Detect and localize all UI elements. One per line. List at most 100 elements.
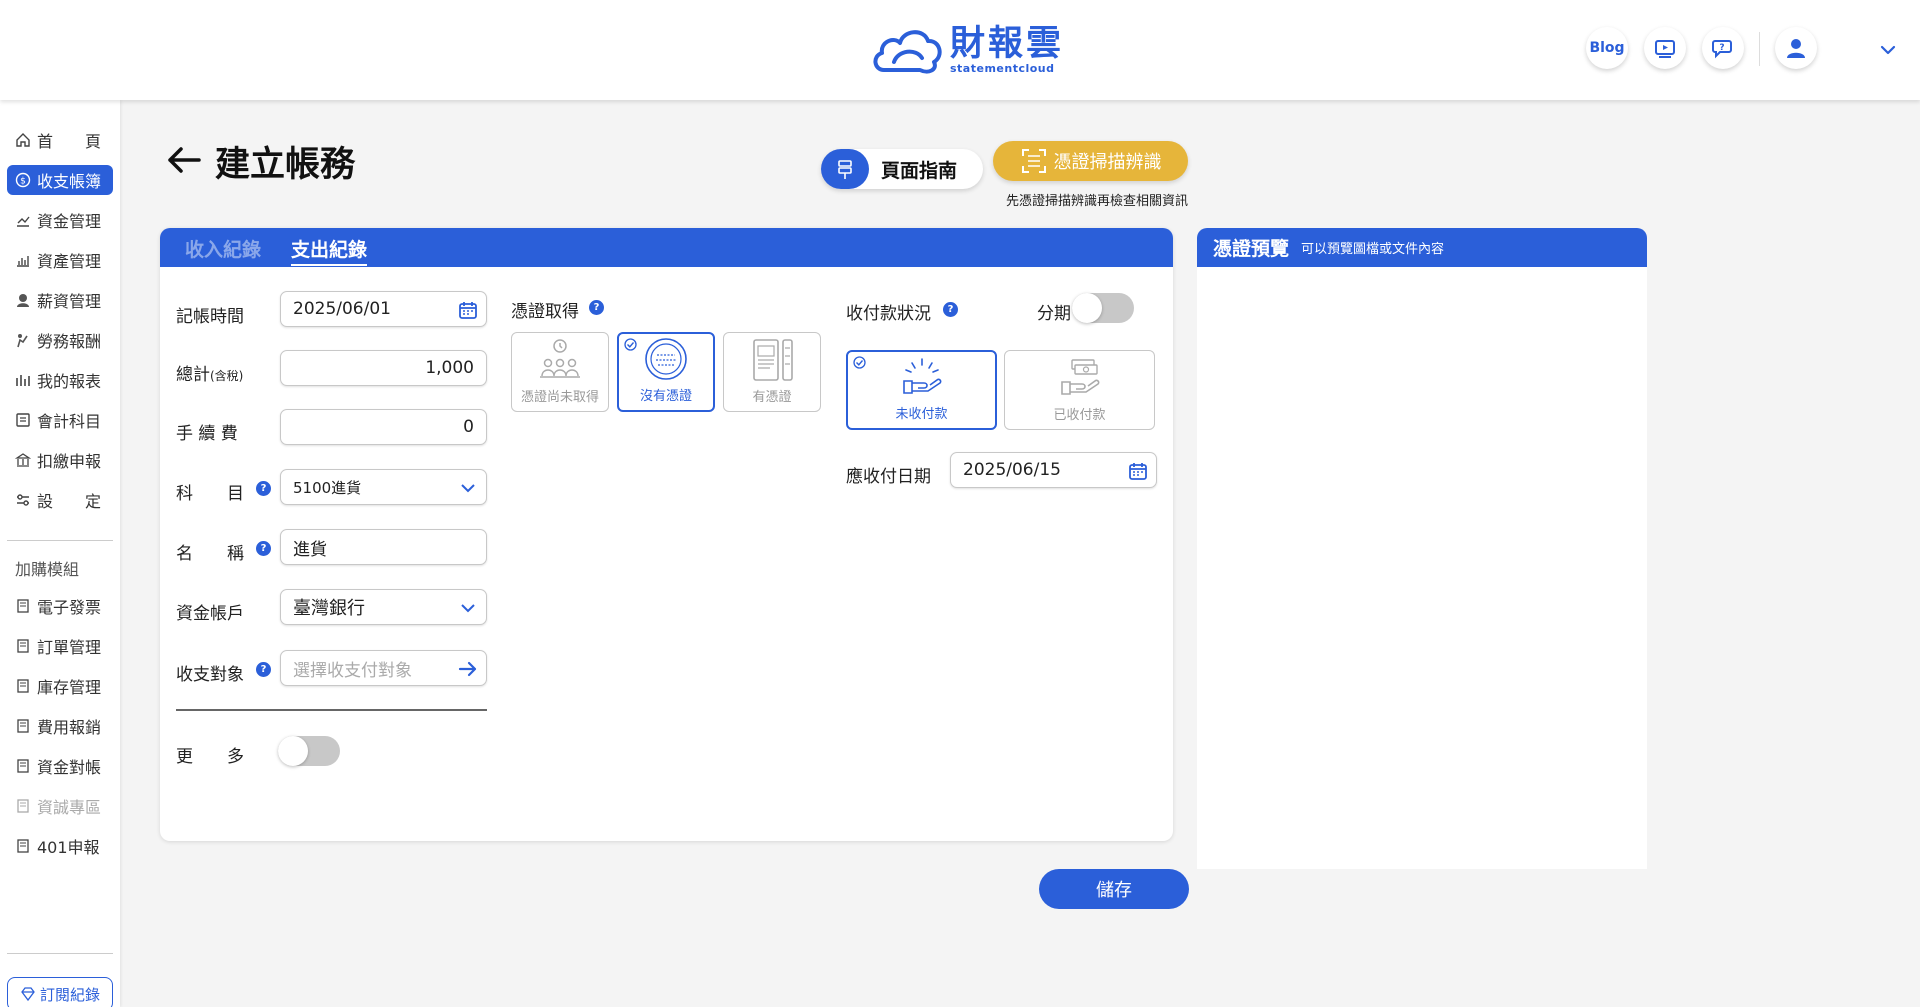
- home-icon: [16, 133, 30, 147]
- calendar-icon[interactable]: [1128, 461, 1148, 481]
- sidebar-item-401[interactable]: 401申報: [7, 831, 113, 861]
- asset-chart-icon: [17, 256, 29, 267]
- voucher-label: 憑證取得: [511, 302, 579, 322]
- signpost-icon: [838, 160, 852, 179]
- tab-expense[interactable]: 支出紀錄: [291, 235, 368, 266]
- chat-help-icon: ?: [1712, 40, 1732, 59]
- toggle-knob: [1072, 293, 1102, 323]
- sidebar-item-ledger[interactable]: $ 收支帳簿: [7, 165, 113, 195]
- sidebar-item-label: 資金對帳: [37, 758, 102, 777]
- sidebar-item-label: 設 定: [37, 492, 102, 511]
- total-label-text: 總計: [176, 365, 210, 385]
- page-guide-label: 頁面指南: [881, 159, 958, 182]
- target-help-icon[interactable]: ?: [256, 662, 271, 677]
- sidebar-item-asset[interactable]: 資產管理: [7, 245, 113, 275]
- logo-subtitle: statementcloud: [950, 62, 1055, 75]
- sidebar-item-settings[interactable]: 設 定: [7, 485, 113, 515]
- scan-recognition-button[interactable]: 憑證掃描辨識: [993, 141, 1188, 181]
- module-icon: [17, 679, 29, 693]
- signpost-icon-wrap: [821, 149, 869, 189]
- arrow-right-icon[interactable]: [458, 659, 478, 679]
- voucher-help-icon[interactable]: ?: [589, 300, 604, 315]
- total-input[interactable]: 1,000: [280, 350, 487, 386]
- sidebar-item-inventory[interactable]: 庫存管理: [7, 671, 113, 701]
- sidebar-item-label: 會計科目: [37, 412, 102, 431]
- voucher-option-has[interactable]: 有憑證: [723, 332, 821, 412]
- tax-icon: [15, 453, 31, 467]
- sidebar-item-reconcile[interactable]: 資金對帳: [7, 751, 113, 781]
- diamond-icon: [21, 987, 35, 1002]
- preview-subtitle: 可以預覽圖檔或文件內容: [1301, 242, 1445, 257]
- payment-option-label: 已收付款: [1053, 408, 1106, 423]
- payment-help-icon[interactable]: ?: [943, 302, 958, 317]
- page-title: 建立帳務: [215, 145, 356, 185]
- module-icon: [17, 799, 29, 813]
- payment-status-label: 收付款狀況: [846, 304, 931, 324]
- payment-option-paid[interactable]: 已收付款: [1004, 350, 1155, 430]
- total-label: 總計(含稅): [176, 360, 243, 385]
- calendar-icon[interactable]: [458, 300, 478, 320]
- hand-with-money-icon: [1060, 359, 1099, 395]
- subject-select[interactable]: 5100進貨: [280, 469, 487, 505]
- logo[interactable]: 財報雲 statementcloud: [870, 22, 1064, 78]
- sidebar-item-label: 薪資管理: [37, 292, 102, 311]
- installment-label: 分期: [1037, 304, 1071, 324]
- salary-icon: [17, 294, 29, 307]
- chat-help-button[interactable]: ?: [1702, 27, 1744, 69]
- subject-help-icon[interactable]: ?: [256, 481, 271, 496]
- sidebar-item-orders[interactable]: 訂單管理: [7, 631, 113, 661]
- sidebar-item-label: 扣繳申報: [37, 452, 102, 471]
- date-input[interactable]: 2025/06/01: [280, 291, 487, 327]
- sidebar-item-label: 收支帳簿: [37, 172, 102, 191]
- module-icon: [17, 839, 29, 853]
- fee-input[interactable]: 0: [280, 409, 487, 445]
- people-waiting-icon: [540, 339, 580, 378]
- due-date-input[interactable]: 2025/06/15: [950, 452, 1157, 488]
- sidebar-item-home[interactable]: 首 頁: [7, 125, 113, 155]
- chevron-down-icon[interactable]: [1878, 40, 1898, 60]
- tab-income[interactable]: 收入紀錄: [185, 235, 261, 262]
- sidebar-item-pwc[interactable]: 資誠專區: [7, 791, 113, 821]
- user-avatar-icon: [1787, 39, 1805, 58]
- sidebar-item-fund[interactable]: 資金管理: [7, 205, 113, 235]
- due-date-value: 2025/06/15: [963, 460, 1061, 480]
- name-input[interactable]: 進貨: [280, 529, 487, 565]
- voucher-option-none[interactable]: 沒有憑證: [617, 332, 715, 412]
- account-select[interactable]: 臺灣銀行: [280, 589, 487, 625]
- cloud-logo-icon: [873, 30, 942, 74]
- sidebar-item-tax[interactable]: 扣繳申報: [7, 445, 113, 475]
- total-suffix: (含稅): [210, 369, 244, 383]
- sidebar-item-salary[interactable]: 薪資管理: [7, 285, 113, 315]
- payment-option-unpaid[interactable]: 未收付款: [846, 350, 997, 430]
- sidebar-item-labor[interactable]: 勞務報酬: [7, 325, 113, 355]
- fee-value: 0: [463, 417, 474, 437]
- payment-option-label: 未收付款: [895, 407, 948, 422]
- more-toggle[interactable]: [278, 736, 340, 766]
- scan-label: 憑證掃描辨識: [1053, 152, 1162, 173]
- sidebar-item-label: 電子發票: [37, 598, 102, 617]
- subscription-button[interactable]: 訂閱紀錄: [7, 977, 113, 1007]
- user-avatar-button[interactable]: [1775, 27, 1817, 69]
- target-input[interactable]: 選擇收支付對象: [280, 650, 487, 686]
- voucher-option-pending[interactable]: 憑證尚未取得: [511, 332, 609, 412]
- sidebar-item-label: 401申報: [37, 838, 100, 857]
- name-help-icon[interactable]: ?: [256, 541, 271, 556]
- back-arrow-icon[interactable]: [165, 145, 201, 175]
- toggle-knob: [278, 736, 308, 766]
- no-voucher-stamp-icon: [645, 338, 687, 380]
- settings-icon: [17, 494, 29, 506]
- blog-button[interactable]: Blog: [1586, 27, 1628, 69]
- video-tutorial-button[interactable]: [1644, 27, 1686, 69]
- sidebar-item-label: 費用報銷: [37, 718, 102, 737]
- record-tabs: 收入紀錄 支出紀錄: [160, 228, 1173, 267]
- page-guide-button[interactable]: 頁面指南: [821, 149, 983, 189]
- sidebar-item-einvoice[interactable]: 電子發票: [7, 591, 113, 621]
- save-button[interactable]: 儲存: [1039, 869, 1189, 909]
- svg-text:$: $: [20, 177, 26, 187]
- voucher-preview-panel: 憑證預覽 可以預覽圖檔或文件內容: [1197, 228, 1647, 869]
- more-label: 更 多: [176, 747, 244, 767]
- sidebar-item-accounts[interactable]: 會計科目: [7, 405, 113, 435]
- installment-toggle[interactable]: [1072, 293, 1134, 323]
- sidebar-item-report[interactable]: 我的報表: [7, 365, 113, 395]
- sidebar-item-expense[interactable]: 費用報銷: [7, 711, 113, 741]
